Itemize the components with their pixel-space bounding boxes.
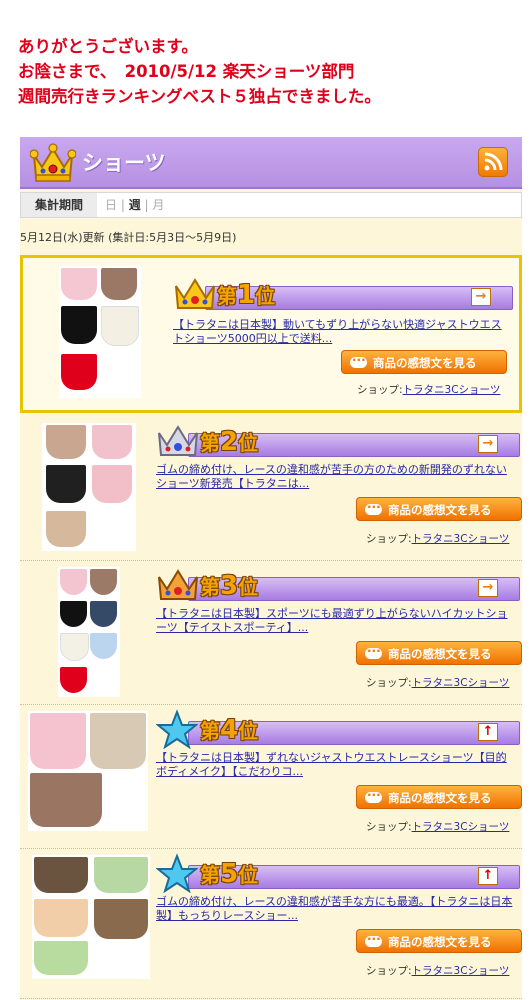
product-link[interactable]: 【トラタニは日本製】ずれないジャストウエストレースショーツ【目的ボディメイク】【… [156,751,516,779]
ranking-panel: ショーツ 集計期間 日 | 週 | 月 5月12日(水)更新 (集計日:5月3日… [20,137,522,1000]
rank-banner: 第1位 → [173,278,513,310]
ranking-item-5: 第5位 ↑ ゴムの締め付け、レースの違和感が苦手な方にも最適。【トラタニは日本製… [20,849,522,999]
product-image[interactable] [32,855,150,979]
announcement-headline: ありがとうございます。 お陰さまで、 2010/5/12 楽天ショーツ部門 週間… [18,34,528,109]
rank-label: 第2位 [200,427,259,457]
shop-info: ショップ:トラタニ3Cショーツ [366,821,510,833]
speech-bubble-icon [350,348,367,372]
update-info: 5月12日(水)更新 (集計日:5月3日～5月9日) [20,231,237,244]
headline-line-1: ありがとうございます。 [18,37,198,56]
shop-info: ショップ:トラタニ3Cショーツ [357,384,501,396]
period-label: 集計期間 [21,193,97,217]
shop-link[interactable]: トラタニ3Cショーツ [403,384,501,396]
period-day-tab[interactable]: 日 [105,198,117,212]
period-options: 日 | 週 | 月 [105,193,164,217]
period-week-tab[interactable]: 週 [129,198,141,212]
review-button[interactable]: 商品の感想文を見る [341,348,507,374]
shop-info: ショップ:トラタニ3Cショーツ [366,677,510,689]
product-link[interactable]: ゴムの締め付け、レースの違和感が苦手な方にも最適。【トラタニは日本製】もっちりレ… [156,895,516,923]
star-icon [155,853,199,897]
rank-label: 第5位 [200,859,259,889]
arrow-right-icon: → [478,435,498,453]
speech-bubble-icon [365,783,382,807]
review-button[interactable]: 商品の感想文を見る [356,927,522,953]
rank-label: 第1位 [217,280,276,310]
ranking-item-3: 第3位 → 【トラタニは日本製】スポーツにも最適ずり上がらないハイカットショーツ… [20,561,522,705]
rank-label: 第3位 [200,571,259,601]
gold-crown-icon [29,141,77,187]
period-selector: 集計期間 日 | 週 | 月 [20,192,522,218]
product-link[interactable]: 【トラタニは日本製】スポーツにも最適ずり上がらないハイカットショーツ【テイストス… [156,607,516,635]
headline-line-2: お陰さまで、 2010/5/12 楽天ショーツ部門 [18,62,355,81]
speech-bubble-icon [365,495,382,519]
arrow-up-icon: ↑ [478,723,498,741]
product-image[interactable] [28,711,148,831]
product-image[interactable] [59,266,141,398]
product-image[interactable] [42,423,136,551]
speech-bubble-icon [365,639,382,663]
shop-link[interactable]: トラタニ3Cショーツ [412,533,510,545]
ranking-item-4: 第4位 ↑ 【トラタニは日本製】ずれないジャストウエストレースショーツ【目的ボデ… [20,705,522,849]
arrow-up-icon: ↑ [478,867,498,885]
product-link[interactable]: 【トラタニは日本製】動いてもずり上がらない快適ジャストウエストショーツ5000円… [173,318,508,346]
silver-crown-icon [156,421,200,465]
ranking-item-2: 第2位 → ゴムの締め付け、レースの違和感が苦手の方のための新開発のずれないショ… [20,417,522,561]
product-link[interactable]: ゴムの締め付け、レースの違和感が苦手の方のための新開発のずれないショーツ新発売【… [156,463,516,491]
shop-info: ショップ:トラタニ3Cショーツ [366,533,510,545]
panel-title: ショーツ [82,151,166,175]
star-icon [155,709,199,753]
shop-link[interactable]: トラタニ3Cショーツ [412,965,510,977]
rank-label: 第4位 [200,715,259,745]
period-separator: | [140,198,153,212]
arrow-right-icon: → [478,579,498,597]
shop-link[interactable]: トラタニ3Cショーツ [412,677,510,689]
bronze-crown-icon [156,565,200,609]
rank-banner: 第5位 ↑ [155,853,520,894]
rank-banner: 第2位 → [156,425,520,457]
ranking-item-1: 第1位 → 【トラタニは日本製】動いてもずり上がらない快適ジャストウエストショー… [20,255,522,413]
period-month-tab[interactable]: 月 [152,198,164,212]
arrow-right-icon: → [471,288,491,306]
panel-titlebar: ショーツ [20,137,522,189]
rss-icon[interactable] [478,147,508,177]
shop-info: ショップ:トラタニ3Cショーツ [366,965,510,977]
review-button[interactable]: 商品の感想文を見る [356,783,522,809]
product-image[interactable] [58,567,120,697]
rank-banner: 第3位 → [156,569,520,601]
rank-banner: 第4位 ↑ [155,709,520,750]
gold-crown-icon [173,274,217,318]
speech-bubble-icon [365,927,382,951]
review-button[interactable]: 商品の感想文を見る [356,639,522,665]
headline-line-3: 週間売行きランキングベスト５独占できました。 [18,87,381,106]
period-separator: | [117,198,129,212]
shop-link[interactable]: トラタニ3Cショーツ [412,821,510,833]
review-button[interactable]: 商品の感想文を見る [356,495,522,521]
